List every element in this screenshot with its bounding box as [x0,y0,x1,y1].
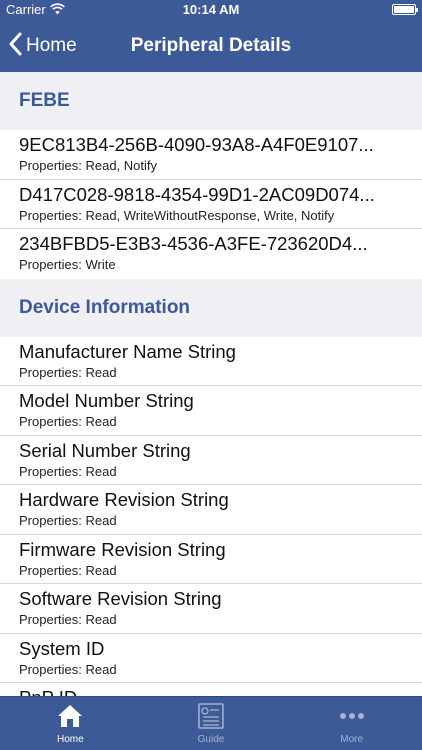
tab-label: More [340,734,364,745]
tab-more[interactable]: More [281,697,422,750]
characteristics-list: FEBE 9EC813B4-256B-4090-93A8-A4F0E9107..… [0,72,422,696]
list-item[interactable]: Manufacturer Name String Properties: Rea… [0,337,422,386]
characteristic-name: Software Revision String [19,588,222,609]
characteristic-name: Hardware Revision String [19,489,229,510]
list-item[interactable]: Serial Number String Properties: Read [0,436,422,485]
home-icon [56,703,84,729]
characteristic-name: D417C028-9818-4354-99D1-2AC09D074... [19,183,375,205]
characteristic-properties: Properties: Read [19,463,117,479]
characteristic-properties: Properties: Read [19,364,117,380]
list-item[interactable]: PnP ID [0,683,422,696]
characteristic-name: 234BFBD5-E3B3-4536-A3FE-723620D4... [19,233,368,254]
characteristic-properties: Properties: Read [19,414,117,429]
section-header-febe: FEBE [0,72,422,130]
tab-label: Home [56,734,84,745]
characteristic-name: Firmware Revision String [19,538,226,560]
list-item[interactable]: 9EC813B4-256B-4090-93A8-A4F0E9107... Pro… [0,130,422,180]
page-title: Peripheral Details [130,35,292,56]
more-icon [338,703,366,729]
characteristic-properties: Properties: Read [19,612,117,627]
characteristic-name: Manufacturer Name String [19,340,236,362]
tab-label: Guide [197,734,225,745]
section-header-device-information: Device Information [0,278,422,337]
characteristic-properties: Properties: Read [19,513,117,528]
characteristic-properties: Properties: Read, WriteWithoutResponse, … [19,207,335,223]
list-item[interactable]: Firmware Revision String Properties: Rea… [0,535,422,584]
characteristic-properties: Properties: Write [19,257,116,272]
tab-guide[interactable]: Guide [141,697,282,750]
characteristic-name: 9EC813B4-256B-4090-93A8-A4F0E9107... [19,134,374,155]
characteristic-name: Model Number String [19,390,194,411]
list-item[interactable]: Software Revision String Properties: Rea… [0,584,422,634]
characteristic-name: Serial Number String [19,439,191,461]
characteristic-properties: Properties: Read, Notify [19,158,158,173]
list-item[interactable]: Hardware Revision String Properties: Rea… [0,485,422,535]
status-bar: Carrier 10:14 AM [0,0,422,20]
characteristic-properties: Properties: Read [19,661,117,677]
battery-icon [392,4,418,15]
tab-home[interactable]: Home [0,697,141,750]
guide-icon [197,703,225,729]
characteristic-properties: Properties: Read [19,562,117,578]
list-item[interactable]: Model Number String Properties: Read [0,386,422,436]
tab-bar: Home Guide More [0,696,422,750]
characteristic-name: PnP ID [19,687,402,696]
status-time: 10:14 AM [182,2,240,17]
list-item[interactable]: 234BFBD5-E3B3-4536-A3FE-723620D4... Prop… [0,229,422,279]
navigation-bar: Home Peripheral Details [0,20,422,72]
list-item[interactable]: System ID Properties: Read [0,634,422,683]
list-item[interactable]: D417C028-9818-4354-99D1-2AC09D074... Pro… [0,180,422,229]
characteristic-name: System ID [19,637,105,659]
